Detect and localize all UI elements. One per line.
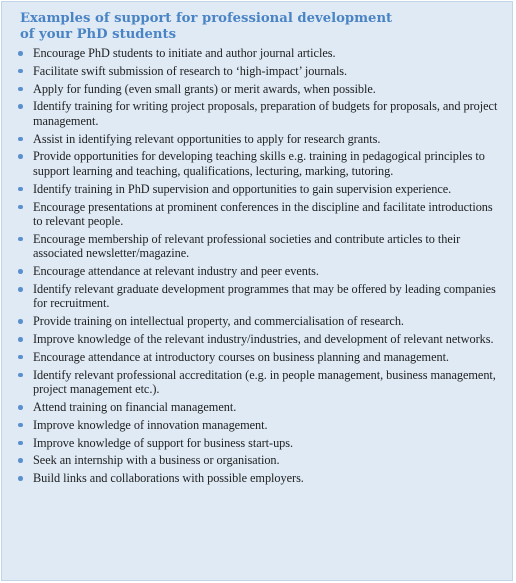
list-item: Encourage membership of relevant profess… <box>18 232 498 261</box>
support-examples-panel: Examples of support for professional dev… <box>1 1 513 581</box>
list-item: Provide training on intellectual propert… <box>18 314 498 329</box>
list-item-text: Build links and collaborations with poss… <box>33 471 304 486</box>
list-item: Identify relevant graduate development p… <box>18 282 498 311</box>
list-item: Encourage attendance at relevant industr… <box>18 264 498 279</box>
list-item-text: Encourage membership of relevant profess… <box>33 231 461 261</box>
bullet-icon <box>18 422 23 428</box>
list-item: Encourage attendance at introductory cou… <box>18 350 498 365</box>
list-item-text: Encourage attendance at relevant industr… <box>33 264 319 279</box>
list-item-text: Attend training on financial management. <box>33 399 237 414</box>
bullet-icon <box>18 319 23 324</box>
support-list: Encourage PhD students to initiate and a… <box>18 46 498 486</box>
list-item: Improve knowledge of the relevant indust… <box>18 332 498 347</box>
list-item-text: Facilitate swift submission of research … <box>33 63 348 78</box>
bullet-icon <box>18 136 23 142</box>
bullet-icon <box>18 458 23 463</box>
bullet-icon <box>18 269 23 274</box>
list-item-text: Provide training on intellectual propert… <box>33 314 404 329</box>
list-item: Encourage PhD students to initiate and a… <box>18 46 498 61</box>
bullet-icon <box>18 236 23 242</box>
list-item: Identify relevant professional accredita… <box>18 368 498 397</box>
list-item-text: Improve knowledge of innovation manageme… <box>33 417 268 432</box>
list-item-text: Identify relevant graduate development p… <box>33 281 496 311</box>
list-item-text: Provide opportunities for developing tea… <box>33 149 485 178</box>
bullet-icon <box>18 86 23 92</box>
list-item-text: Improve knowledge of the relevant indust… <box>33 332 494 347</box>
list-item-text: Encourage attendance at introductory cou… <box>33 349 449 364</box>
panel-title-line-1: Examples of support for professional dev… <box>20 11 393 26</box>
list-item-text: Identify training for writing project pr… <box>33 99 498 128</box>
list-item: Identify training for writing project pr… <box>18 99 498 128</box>
list-item-text: Identify relevant professional accredita… <box>33 367 496 397</box>
list-item-text: Encourage PhD students to initiate and a… <box>33 46 336 60</box>
panel-title: Examples of support for professional dev… <box>20 11 498 43</box>
list-item: Provide opportunities for developing tea… <box>18 149 498 178</box>
list-item: Improve knowledge of support for busines… <box>18 436 498 451</box>
bullet-icon <box>18 204 23 210</box>
bullet-icon <box>18 404 23 410</box>
list-item-text: Encourage presentations at prominent con… <box>33 199 493 229</box>
list-item-text: Identify training in PhD supervision and… <box>33 181 452 196</box>
bullet-icon <box>18 186 23 192</box>
bullet-icon <box>18 51 23 56</box>
list-item: Apply for funding (even small grants) or… <box>18 82 498 97</box>
list-item: Assist in identifying relevant opportuni… <box>18 132 498 147</box>
list-item: Build links and collaborations with poss… <box>18 471 498 486</box>
list-item: Facilitate swift submission of research … <box>18 64 498 79</box>
list-item-text: Improve knowledge of support for busines… <box>33 435 294 450</box>
panel-title-line-2: of your PhD students <box>20 27 176 42</box>
list-item: Identify training in PhD supervision and… <box>18 182 498 197</box>
bullet-icon <box>18 104 23 109</box>
list-item-text: Seek an internship with a business or or… <box>33 453 280 468</box>
bullet-icon <box>18 68 23 74</box>
list-item: Seek an internship with a business or or… <box>18 453 498 468</box>
bullet-icon <box>18 154 23 160</box>
list-item: Encourage presentations at prominent con… <box>18 200 498 229</box>
bullet-icon <box>18 354 23 360</box>
list-item-text: Apply for funding (even small grants) or… <box>33 81 376 96</box>
bullet-icon <box>18 337 23 342</box>
list-item: Attend training on financial management. <box>18 400 498 415</box>
bullet-icon <box>18 286 23 292</box>
bullet-icon <box>18 440 23 446</box>
bullet-icon <box>18 372 23 378</box>
list-item-text: Assist in identifying relevant opportuni… <box>33 131 381 146</box>
bullet-icon <box>18 476 23 481</box>
list-item: Improve knowledge of innovation manageme… <box>18 418 498 433</box>
